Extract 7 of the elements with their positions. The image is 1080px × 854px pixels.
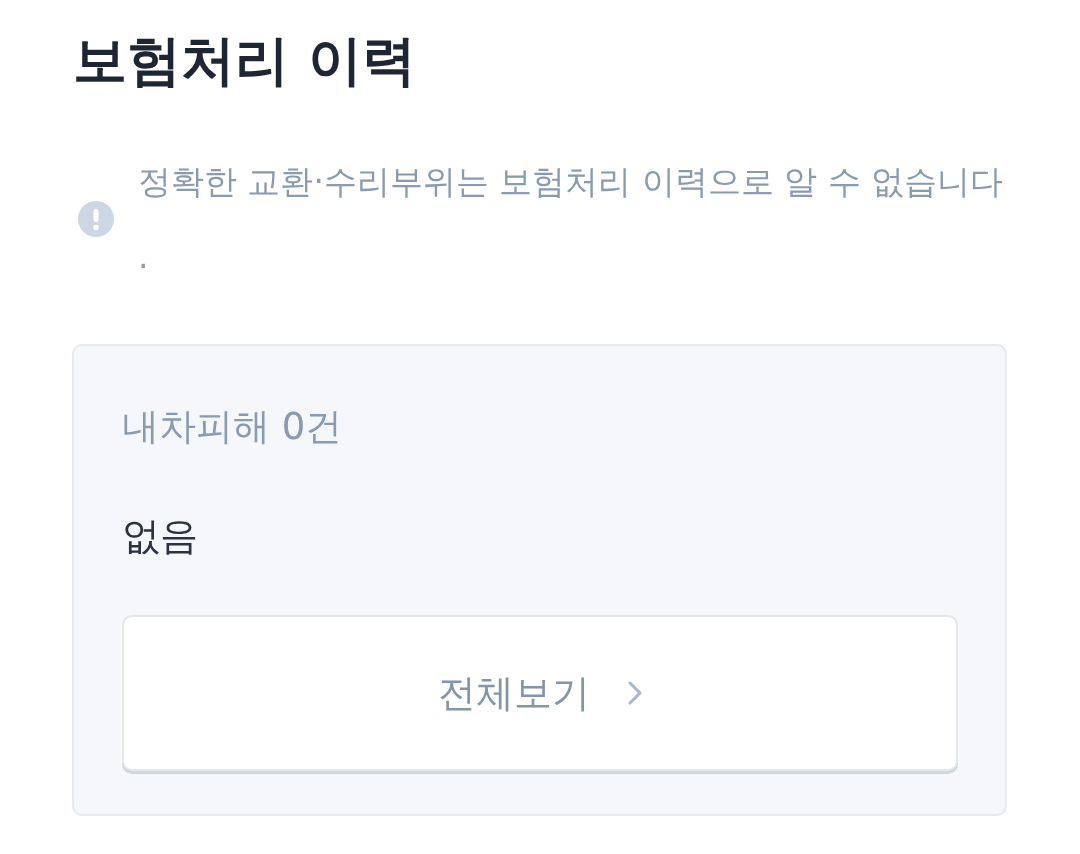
notice-text: 정확한 교환·수리부위는 보험처리 이력으로 알 수 없습니다. xyxy=(138,161,1005,278)
damage-count: 내차피해 0건 xyxy=(122,404,344,450)
view-all-button[interactable]: 전체보기 xyxy=(122,615,958,771)
section-title: 보험처리 이력 xyxy=(72,28,417,94)
history-detail: 없음 xyxy=(122,513,199,560)
chevron-right-icon xyxy=(628,681,642,705)
exclamation-icon xyxy=(78,201,114,237)
